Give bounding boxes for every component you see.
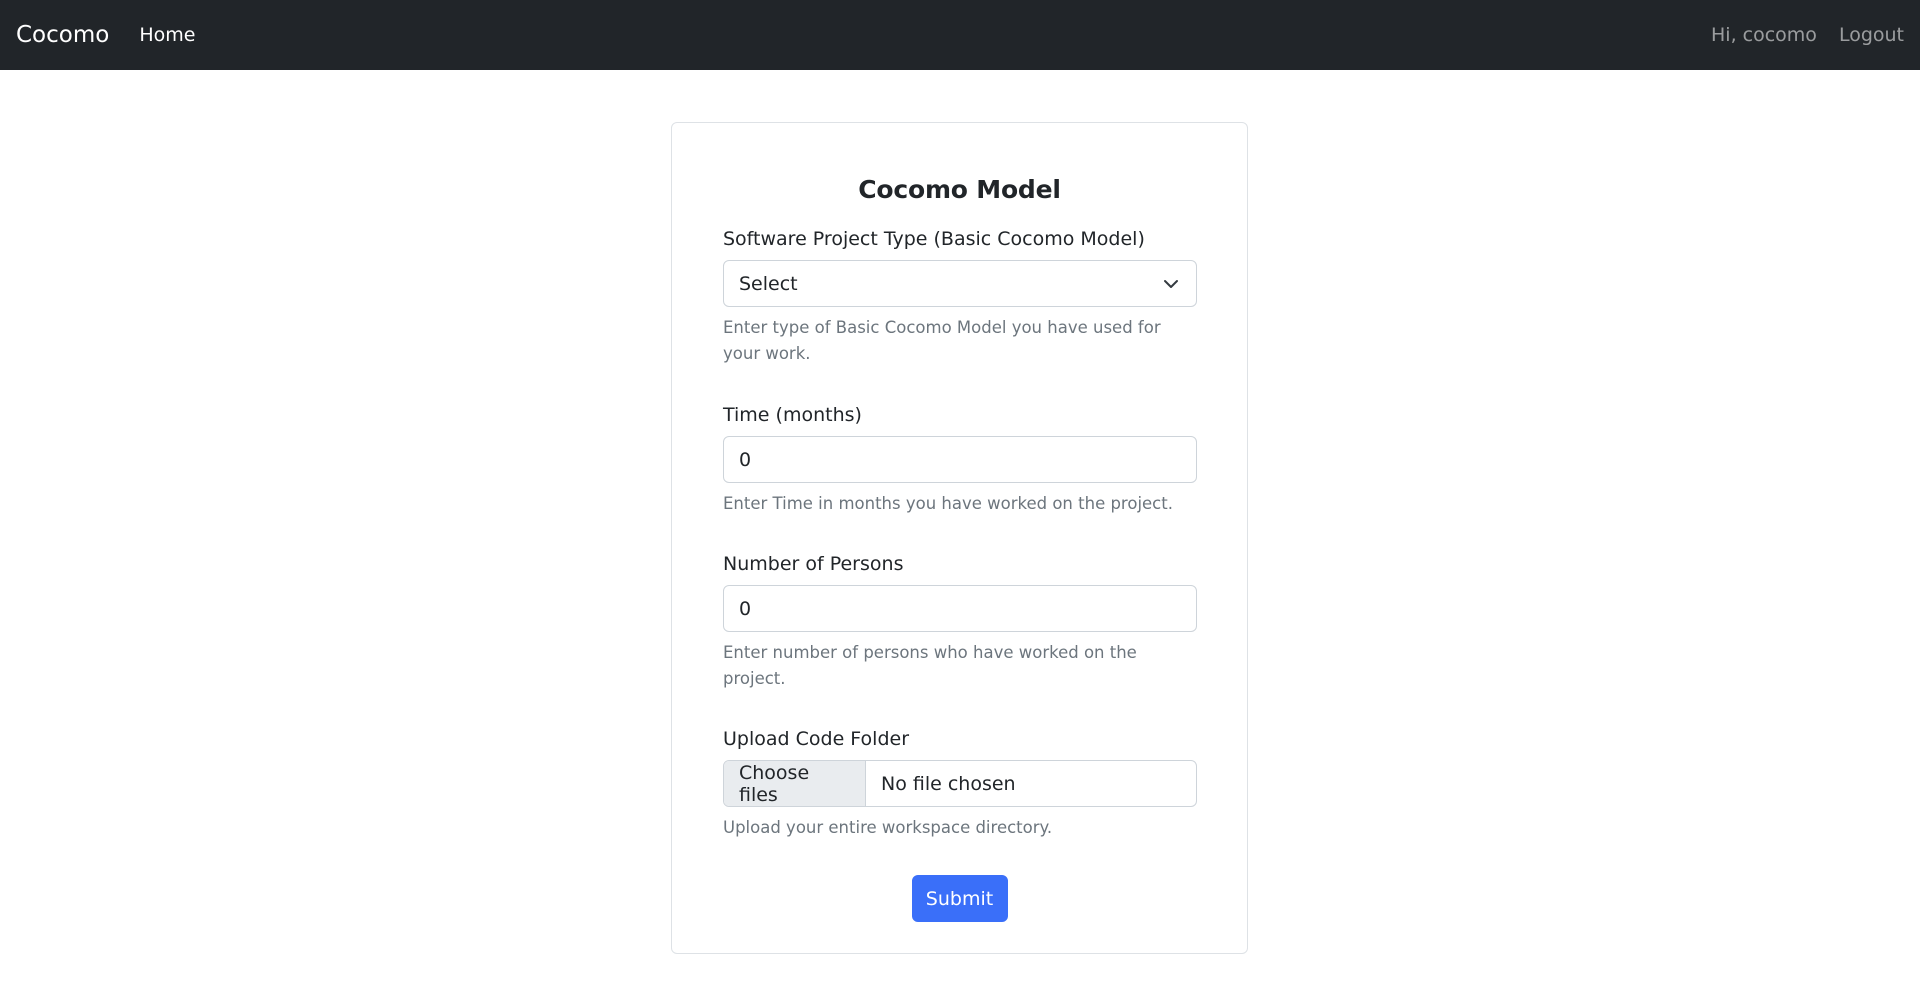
project-type-group: Software Project Type (Basic Cocomo Mode…	[723, 228, 1197, 367]
upload-group: Upload Code Folder Choose files No file …	[723, 728, 1197, 841]
persons-label: Number of Persons	[723, 553, 904, 575]
time-label: Time (months)	[723, 404, 862, 426]
project-type-selected: Select	[739, 272, 798, 295]
time-help: Enter Time in months you have worked on …	[723, 494, 1173, 513]
persons-group: Number of Persons Enter number of person…	[723, 553, 1197, 692]
project-type-select[interactable]: Select	[723, 260, 1197, 307]
cocomo-form-card: Cocomo Model Software Project Type (Basi…	[671, 122, 1248, 954]
time-group: Time (months) Enter Time in months you h…	[723, 404, 1197, 517]
file-status: No file chosen	[881, 772, 1016, 795]
logout-link[interactable]: Logout	[1839, 24, 1904, 46]
nav-link-home[interactable]: Home	[139, 24, 195, 46]
time-input[interactable]	[723, 436, 1197, 483]
chevron-down-icon	[1164, 279, 1178, 288]
project-type-help: Enter type of Basic Cocomo Model you hav…	[723, 318, 1161, 363]
navbar: Cocomo Home Hi, cocomo Logout	[0, 0, 1920, 70]
brand-link[interactable]: Cocomo	[16, 22, 109, 48]
file-input[interactable]: Choose files No file chosen	[723, 760, 1197, 807]
submit-wrap: Submit	[723, 875, 1196, 922]
upload-label: Upload Code Folder	[723, 728, 910, 750]
form-title: Cocomo Model	[858, 175, 1061, 204]
project-type-label: Software Project Type (Basic Cocomo Mode…	[723, 228, 1145, 250]
persons-help: Enter number of persons who have worked …	[723, 643, 1137, 688]
navbar-user-area: Hi, cocomo Logout	[1711, 24, 1904, 46]
persons-input[interactable]	[723, 585, 1197, 632]
user-greeting: Hi, cocomo	[1711, 24, 1817, 46]
choose-files-button[interactable]: Choose files	[724, 761, 866, 806]
submit-button[interactable]: Submit	[911, 875, 1008, 922]
upload-help: Upload your entire workspace directory.	[723, 818, 1053, 837]
